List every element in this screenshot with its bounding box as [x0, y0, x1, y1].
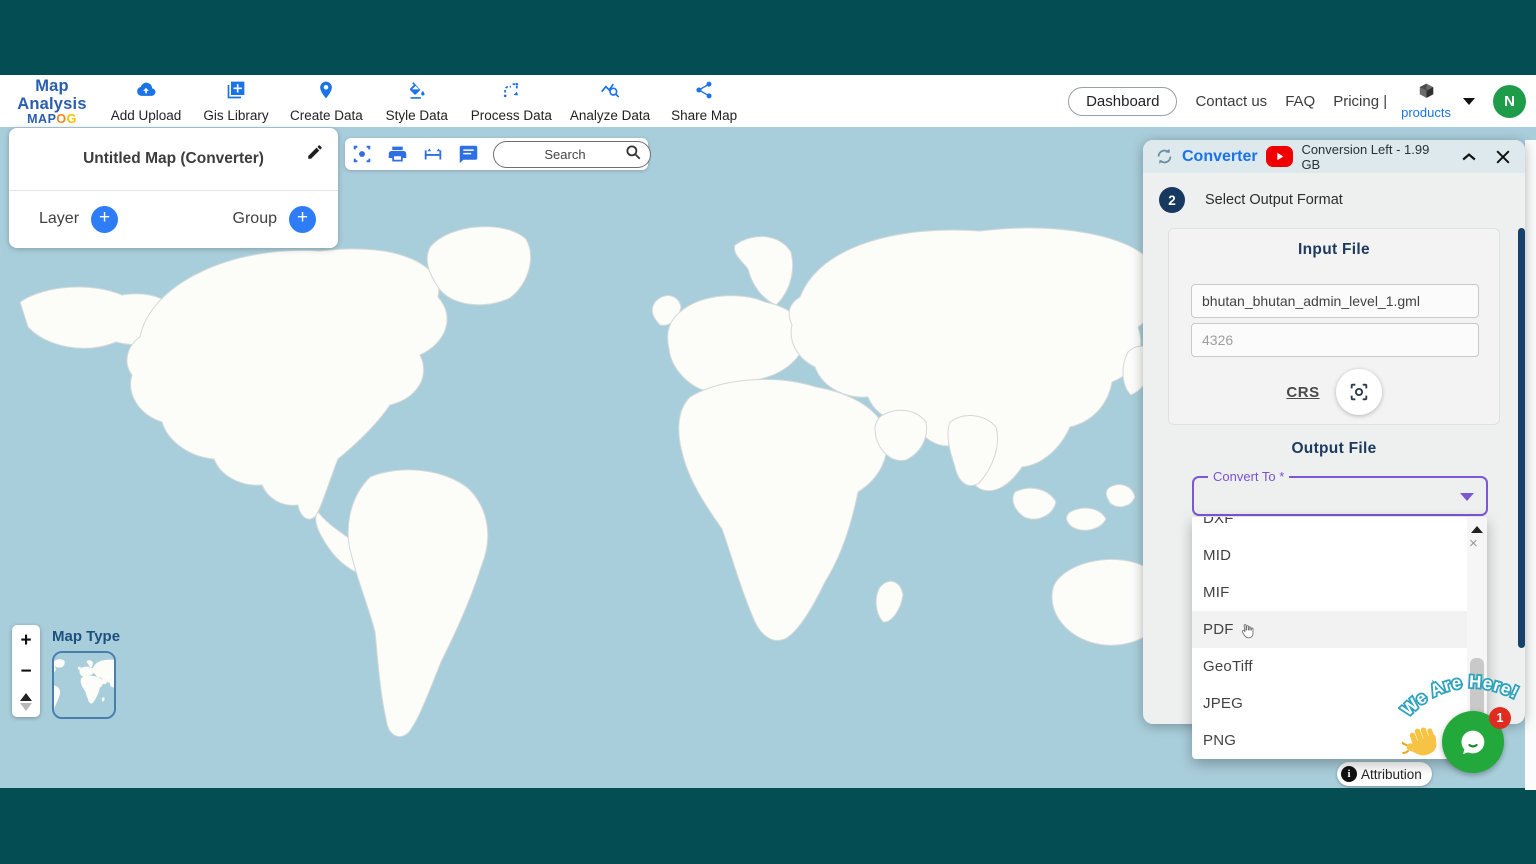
map-toolbar [345, 138, 648, 170]
nav-item-gis-library[interactable]: Gis Library [200, 80, 272, 123]
nav-item-label: Style Data [386, 108, 448, 123]
chat-unread-badge[interactable]: 1 [1489, 707, 1511, 729]
collapse-panel-icon[interactable] [1459, 147, 1479, 167]
scroll-up-icon[interactable] [1471, 526, 1483, 533]
paint-drop-icon [407, 80, 427, 105]
input-file-card: Input File CRS [1168, 228, 1500, 425]
add-group-button[interactable]: + [289, 206, 316, 233]
crs-row: CRS [1169, 369, 1499, 415]
step-number-badge: 2 [1159, 187, 1185, 213]
nav-right-section: Dashboard Contact us FAQ Pricing | produ… [1068, 82, 1536, 120]
nav-item-label: Gis Library [203, 108, 268, 123]
select-dropdown-arrow-icon [1460, 493, 1474, 501]
input-filename-field[interactable] [1191, 284, 1479, 318]
output-file-title: Output File [1143, 440, 1525, 458]
print-icon[interactable] [387, 142, 408, 166]
option-mid[interactable]: MID [1192, 537, 1467, 574]
panel-right-gutter [1525, 140, 1536, 790]
brand-subtitle: MAPOG [0, 113, 104, 127]
panel-scrollbar-thumb[interactable] [1518, 228, 1525, 648]
attribution-button[interactable]: i Attribution [1337, 762, 1432, 786]
option-pdf[interactable]: PDF [1192, 611, 1467, 648]
convert-to-label: Convert To * [1208, 469, 1289, 484]
main-menu: Add Upload Gis Library Create Data Style… [110, 80, 740, 123]
nav-item-share-map[interactable]: Share Map [668, 80, 740, 123]
zoom-out-button[interactable]: − [20, 662, 31, 681]
step-row: 2 Select Output Format [1143, 173, 1525, 213]
clear-icon[interactable]: × [1469, 535, 1478, 552]
option-geotiff[interactable]: GeoTiff [1192, 648, 1467, 685]
add-layer-button[interactable]: + [91, 206, 118, 233]
brand-title: Map Analysis [0, 77, 104, 113]
layers-panel: Untitled Map (Converter) Layer + Group + [9, 128, 338, 248]
layer-label: Layer [39, 210, 79, 228]
faq-link[interactable]: FAQ [1285, 93, 1315, 110]
pricing-link[interactable]: Pricing | [1333, 93, 1387, 110]
converter-header: Converter Conversion Left - 1.99 GB [1143, 140, 1525, 173]
nav-item-label: Analyze Data [570, 108, 650, 123]
option-dxf[interactable]: DXF [1192, 517, 1467, 537]
zoom-in-button[interactable]: + [20, 631, 31, 650]
nav-item-label: Add Upload [111, 108, 182, 123]
dashboard-button[interactable]: Dashboard [1068, 87, 1177, 116]
cube-icon [1417, 82, 1436, 106]
option-png[interactable]: PNG [1192, 722, 1467, 759]
nav-item-style-data[interactable]: Style Data [381, 80, 453, 123]
nav-item-label: Create Data [290, 108, 363, 123]
youtube-icon[interactable] [1266, 146, 1294, 167]
converter-title: Converter [1182, 148, 1258, 166]
group-label: Group [233, 210, 277, 228]
map-title-row: Untitled Map (Converter) [9, 128, 338, 191]
option-jpeg[interactable]: JPEG [1192, 685, 1467, 722]
step-label: Select Output Format [1205, 192, 1343, 208]
conversion-left-text: Conversion Left - 1.99 GB [1301, 142, 1441, 172]
top-navbar: Map Analysis MAPOG Add Upload Gis Librar… [0, 75, 1536, 127]
input-file-title: Input File [1169, 241, 1499, 259]
zoom-controls: + − [12, 625, 40, 717]
info-icon: i [1341, 766, 1357, 782]
contact-us-link[interactable]: Contact us [1195, 93, 1267, 110]
products-menu[interactable]: products [1401, 82, 1451, 120]
map-search[interactable] [493, 141, 651, 168]
products-label: products [1401, 105, 1451, 120]
tilt-control[interactable] [20, 693, 32, 711]
crs-picker-button[interactable] [1336, 369, 1382, 415]
library-add-icon [226, 80, 246, 105]
nav-item-analyze-data[interactable]: Analyze Data [570, 80, 650, 123]
map-type-thumbnail[interactable] [52, 651, 116, 719]
route-icon [501, 80, 521, 105]
center-focus-icon[interactable] [351, 142, 373, 166]
hand-cursor-icon [1237, 622, 1256, 646]
search-icon[interactable] [624, 143, 642, 166]
nav-item-label: Process Data [471, 108, 552, 123]
nav-item-label: Share Map [671, 108, 737, 123]
chart-search-icon [600, 80, 620, 105]
cloud-upload-icon [136, 80, 156, 105]
search-input[interactable] [506, 147, 624, 162]
option-mif[interactable]: MIF [1192, 574, 1467, 611]
share-icon [694, 80, 714, 105]
nav-item-add-upload[interactable]: Add Upload [110, 80, 182, 123]
brand-logo[interactable]: Map Analysis MAPOG [0, 75, 104, 127]
crs-link[interactable]: CRS [1286, 384, 1319, 401]
nav-item-process-data[interactable]: Process Data [471, 80, 552, 123]
sync-icon [1155, 147, 1174, 166]
attribution-label: Attribution [1361, 767, 1422, 782]
map-type-label: Map Type [52, 628, 120, 645]
input-crs-field[interactable] [1191, 323, 1479, 357]
measure-icon[interactable] [422, 142, 444, 166]
chevron-down-icon[interactable] [1463, 98, 1475, 105]
edit-title-button[interactable] [306, 143, 324, 166]
map-title: Untitled Map (Converter) [83, 150, 264, 168]
layer-group-row: Layer + Group + [9, 191, 338, 247]
nav-item-create-data[interactable]: Create Data [290, 80, 363, 123]
map-pin-icon [316, 80, 336, 105]
comment-icon[interactable] [458, 142, 479, 166]
user-avatar[interactable]: N [1493, 85, 1526, 118]
close-panel-icon[interactable] [1493, 147, 1513, 167]
convert-to-select[interactable]: Convert To * [1192, 476, 1488, 516]
